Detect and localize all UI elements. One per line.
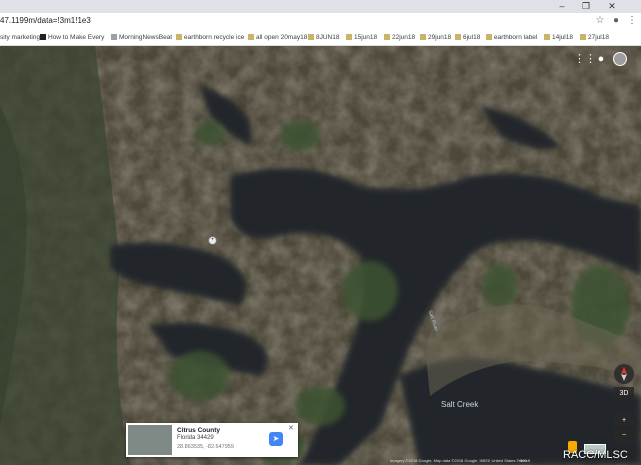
folder-icon [248,34,254,40]
map-scale: 500 ft [520,458,531,463]
place-title: Citrus County [177,427,220,434]
satellite-map[interactable] [0,46,641,465]
bookmark-item[interactable]: 22jun18 [384,33,415,43]
folder-icon [346,34,352,40]
directions-icon[interactable]: ➤ [269,432,283,446]
youtube-icon [40,34,46,40]
folder-icon [455,34,461,40]
close-icon[interactable]: ✕ [288,424,294,432]
zoom-out-button[interactable]: − [614,429,634,442]
url-text[interactable]: 47.1199m/data=!3m1!1e3 [0,16,91,25]
bookmark-item[interactable]: MorningNewsBeat [111,33,172,43]
close-window-button[interactable]: ✕ [603,0,621,13]
menu-dots-icon[interactable]: ⋮ [626,15,638,27]
creek-label: Salt Creek [441,400,479,409]
zoom-in-button[interactable]: + [614,414,634,427]
account-icon[interactable]: ● [610,15,622,27]
apps-grid-icon[interactable]: ⋮⋮ [574,52,596,66]
bookmark-item[interactable]: earthborn label [486,33,537,43]
folder-icon [420,34,426,40]
bookmark-item[interactable]: all open 20may18 [248,33,307,43]
page-icon [111,34,117,40]
place-subtitle: Florida 34429 [177,435,214,441]
star-icon[interactable]: ☆ [594,15,606,27]
bookmarks-bar: sity marketing How to Make Every Morning… [0,31,641,46]
bookmark-item[interactable]: 29jun18 [420,33,451,43]
folder-icon [580,34,586,40]
satellite-imagery [0,46,641,465]
bookmark-item[interactable]: 14jul18 [544,33,573,43]
browser-titlebar: – ❐ ✕ [0,0,641,13]
bookmark-item[interactable]: 27jul18 [580,33,609,43]
street-view-thumbnail[interactable] [128,425,172,455]
bookmark-item[interactable]: How to Make Every [40,33,104,43]
address-bar[interactable]: 47.1199m/data=!3m1!1e3 ☆ ● ⋮ [0,13,641,32]
bookmark-item[interactable]: 15jun18 [346,33,377,43]
minimize-button[interactable]: – [553,0,571,13]
bookmark-item[interactable]: sity marketing [0,33,40,43]
place-info-card[interactable]: Citrus County Florida 34429 28.863535, -… [126,423,298,457]
watermark: RACC/MLSC [563,449,628,461]
folder-icon [384,34,390,40]
maximize-button[interactable]: ❐ [577,0,595,13]
folder-icon [486,34,492,40]
compass-icon[interactable] [614,364,634,384]
folder-icon [308,34,314,40]
bookmark-item[interactable]: 8JUN18 [308,33,339,43]
folder-icon [176,34,182,40]
place-coordinates: 28.863535, -82.647959 [177,444,234,450]
location-pin-icon[interactable]: • [208,236,217,245]
avatar[interactable] [613,52,627,66]
folder-icon [544,34,550,40]
bookmark-item[interactable]: 6jul18 [455,33,480,43]
notifications-icon[interactable]: ● [594,52,608,66]
bookmark-item[interactable]: earthborn recycle ice [176,33,244,43]
map-attribution: Imagery ©2018 Google, Map data ©2018 Goo… [390,458,528,463]
view-3d-button[interactable]: 3D [614,387,634,400]
